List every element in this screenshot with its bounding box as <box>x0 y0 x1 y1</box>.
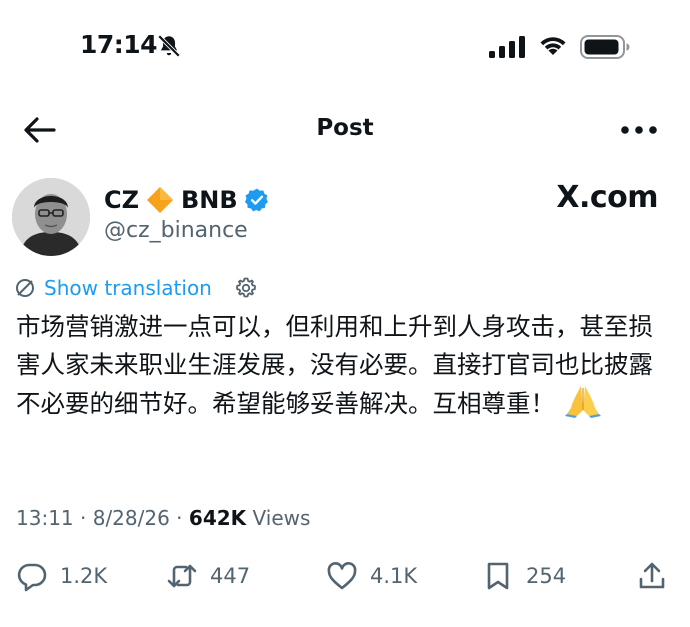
repost-count: 447 <box>210 564 251 588</box>
translation-row: Show translation <box>14 274 258 302</box>
post-date: 8/28/26 <box>92 506 170 530</box>
like-icon <box>327 562 357 590</box>
more-icon[interactable] <box>620 123 658 137</box>
author-header: CZ BNB @cz_binance X.com <box>0 176 690 260</box>
action-bar: 1.2K 447 4.1K 254 <box>0 556 690 600</box>
repost-button[interactable]: 447 <box>166 556 250 596</box>
meta-separator: · <box>169 506 189 530</box>
share-button[interactable] <box>636 556 668 596</box>
display-name-suffix: BNB <box>181 186 238 214</box>
source-watermark: X.com <box>556 180 658 215</box>
tweet-text: 市场营销激进一点可以，但利用和上升到人身攻击，甚至损害人家未来职业生涯发展，没有… <box>16 308 666 423</box>
share-icon <box>639 562 665 589</box>
reply-button[interactable]: 1.2K <box>16 556 107 596</box>
bookmark-button[interactable]: 254 <box>482 556 566 596</box>
bookmark-icon <box>487 562 509 590</box>
avatar[interactable] <box>12 178 90 256</box>
pray-emoji <box>564 386 601 418</box>
show-translation-link[interactable]: Show translation <box>44 276 212 300</box>
reply-icon <box>17 563 47 592</box>
display-name-row[interactable]: CZ BNB <box>104 184 270 216</box>
display-name: CZ <box>104 186 140 214</box>
status-time: 17:14 <box>80 30 158 59</box>
bookmark-count: 254 <box>526 564 567 588</box>
like-button[interactable]: 4.1K <box>326 556 417 596</box>
page-title: Post <box>316 115 374 141</box>
signal-icon <box>489 36 525 58</box>
reply-count: 1.2K <box>60 564 108 588</box>
tweet-meta: 13:11 · 8/28/26 · 642K Views <box>16 506 310 530</box>
views-label: Views <box>246 506 311 530</box>
retweet-icon <box>167 564 197 588</box>
avatar-image <box>12 178 90 256</box>
status-bar: 17:14 <box>0 0 690 96</box>
views-count[interactable]: 642K <box>189 506 246 530</box>
user-handle[interactable]: @cz_binance <box>104 218 248 243</box>
meta-separator: · <box>73 506 93 530</box>
tweet-body: 市场营销激进一点可以，但利用和上升到人身攻击，甚至损害人家未来职业生涯发展，没有… <box>16 312 653 418</box>
gear-icon[interactable] <box>234 276 258 300</box>
bell-off-icon <box>157 34 181 58</box>
translate-icon <box>16 279 34 297</box>
post-time: 13:11 <box>16 506 74 530</box>
battery-icon <box>580 35 630 59</box>
top-nav: Post <box>0 105 690 155</box>
like-count: 4.1K <box>370 564 418 588</box>
verified-icon <box>244 188 268 212</box>
diamond-icon <box>147 187 174 213</box>
wifi-icon <box>540 37 566 55</box>
